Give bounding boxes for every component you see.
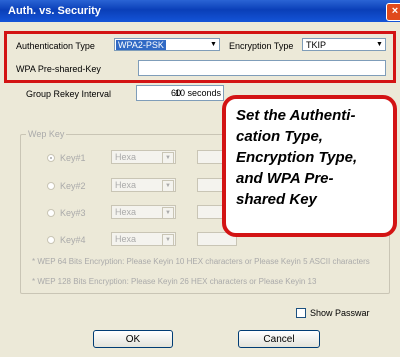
key4-format-select[interactable]: Hexa ▼	[111, 232, 176, 246]
wep-note-64: * WEP 64 Bits Encryption: Please Keyin 1…	[32, 257, 370, 266]
cancel-button[interactable]: Cancel	[238, 330, 320, 348]
key2-format-select[interactable]: Hexa ▼	[111, 178, 176, 192]
key3-format-value: Hexa	[115, 207, 137, 217]
key4-format-value: Hexa	[115, 234, 137, 244]
highlight-box	[4, 31, 396, 83]
key2-radio[interactable]	[47, 182, 55, 190]
show-password-label: Show Passwar	[310, 308, 370, 318]
ok-button[interactable]: OK	[93, 330, 173, 348]
show-password-checkbox[interactable]	[296, 308, 306, 318]
wep-note-128: * WEP 128 Bits Encryption: Please Keyin …	[32, 277, 317, 286]
key3-label: Key#3	[60, 208, 86, 218]
window-title: Auth. vs. Security	[8, 5, 101, 17]
key3-format-select[interactable]: Hexa ▼	[111, 205, 176, 219]
chevron-down-icon[interactable]: ▼	[162, 234, 174, 246]
chevron-down-icon[interactable]: ▼	[162, 152, 174, 164]
key1-format-value: Hexa	[115, 152, 137, 162]
key4-label: Key#4	[60, 235, 86, 245]
key2-label: Key#2	[60, 181, 86, 191]
group-rekey-label: Group Rekey Interval	[26, 89, 112, 99]
key1-radio[interactable]	[47, 154, 55, 162]
close-button[interactable]: ×	[386, 3, 400, 21]
key2-format-value: Hexa	[115, 180, 137, 190]
annotation-callout: Set the Authenti- cation Type, Encryptio…	[222, 95, 397, 237]
key4-radio[interactable]	[47, 236, 55, 244]
chevron-down-icon[interactable]: ▼	[162, 180, 174, 192]
wep-key-group-title: Wep Key	[26, 129, 67, 139]
annotation-callout-text: Set the Authenti- cation Type, Encryptio…	[236, 107, 358, 208]
group-rekey-input[interactable]: 60 10 seconds	[136, 85, 224, 101]
title-bar: Auth. vs. Security ×	[0, 0, 400, 22]
chevron-down-icon[interactable]: ▼	[162, 207, 174, 219]
key1-format-select[interactable]: Hexa ▼	[111, 150, 176, 164]
key1-label: Key#1	[60, 153, 86, 163]
group-rekey-unit: 10 seconds	[175, 88, 222, 98]
auth-security-dialog: Auth. vs. Security × Authentication Type…	[0, 0, 400, 357]
key3-radio[interactable]	[47, 209, 55, 217]
